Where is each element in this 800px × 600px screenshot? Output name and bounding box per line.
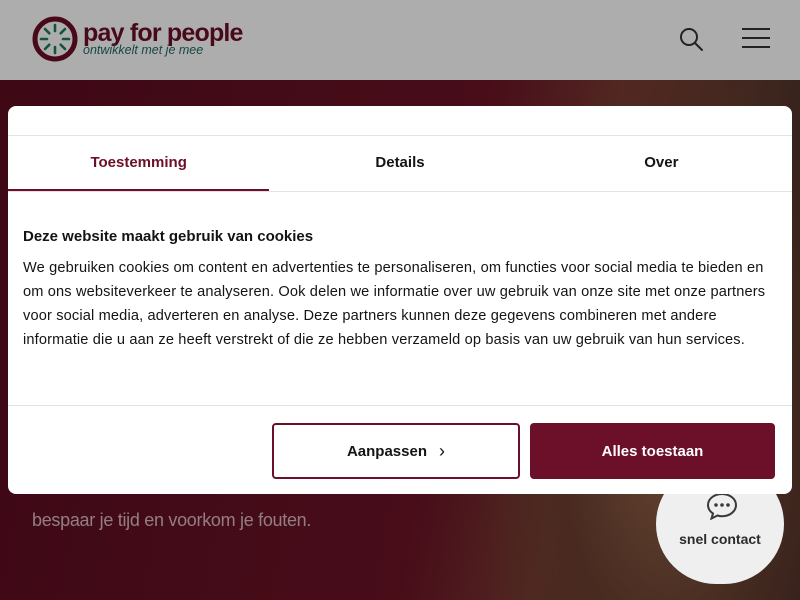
consent-body: We gebruiken cookies om content en adver… (23, 260, 766, 348)
tab-details[interactable]: Details (269, 136, 530, 191)
cookie-consent-dialog: Toestemming Details Over Deze website ma… (8, 106, 792, 494)
consent-tabs: Toestemming Details Over (8, 136, 792, 192)
customize-button-label: Aanpassen (346, 442, 428, 460)
chevron-right-icon: › (439, 440, 446, 461)
consent-title: Deze website maakt gebruik van cookies (23, 228, 314, 245)
dialog-header (8, 106, 792, 136)
accept-all-button[interactable]: Alles toestaan (530, 423, 775, 479)
consent-content: Deze website maakt gebruik van cookies W… (8, 192, 792, 352)
tab-toestemming[interactable]: Toestemming (8, 136, 270, 191)
customize-button[interactable]: Aanpassen › (272, 423, 520, 479)
tab-over[interactable]: Over (531, 136, 792, 191)
dialog-footer: Aanpassen › Alles toestaan (8, 405, 792, 494)
chat-bubble-icon (706, 492, 738, 520)
snel-contact-label: snel contact (679, 531, 761, 547)
